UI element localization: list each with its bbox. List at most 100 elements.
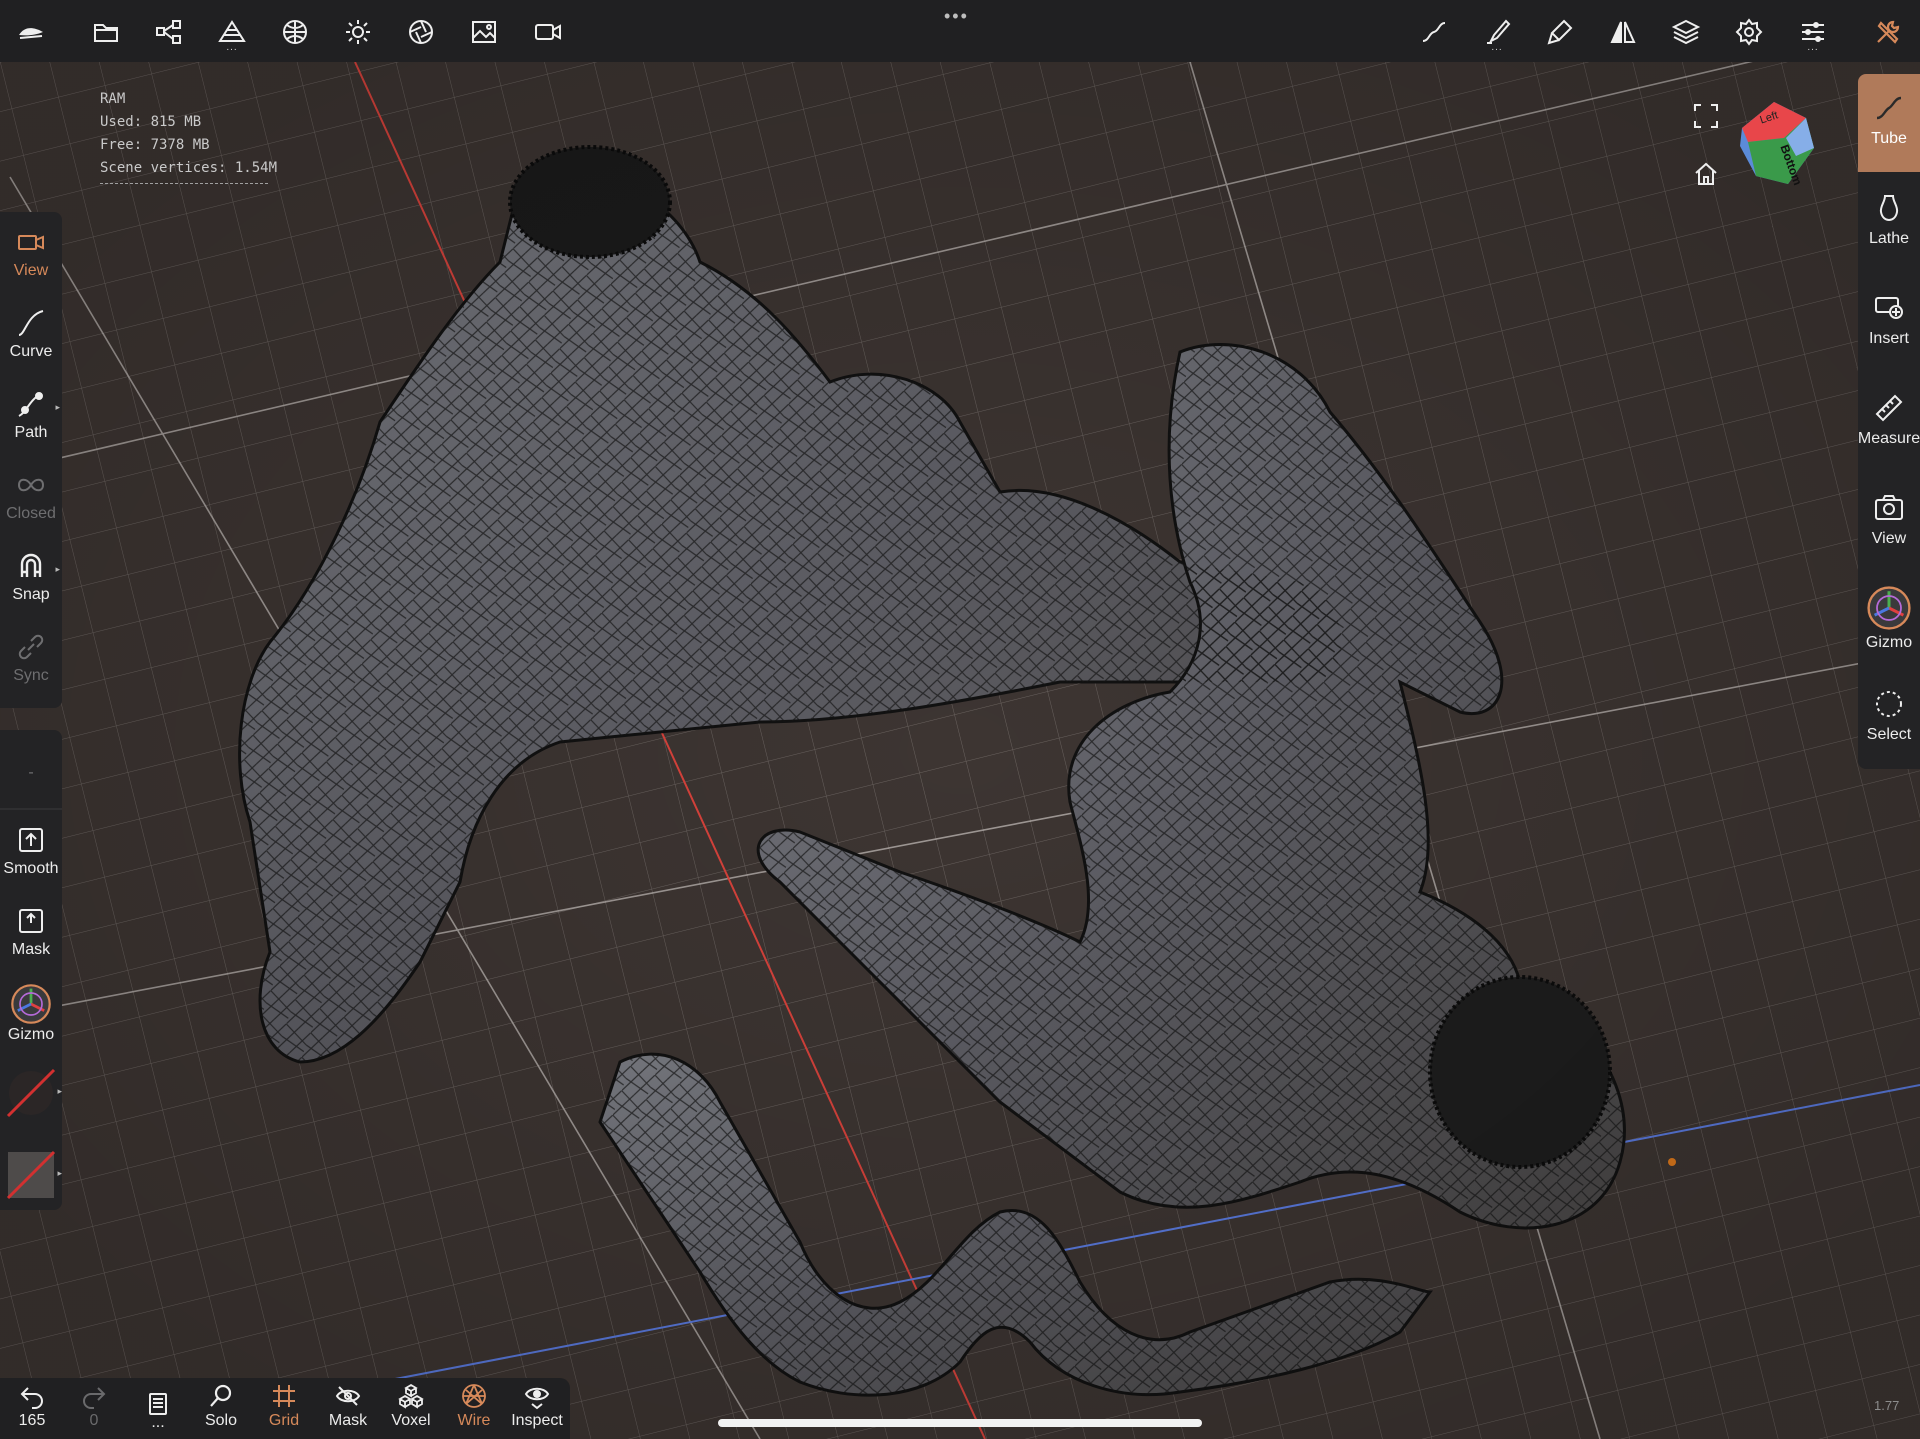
3d-viewport[interactable] <box>0 62 1920 1439</box>
submenu-arrow-icon: ▸ <box>55 564 60 574</box>
ram-info: RAM Used: 815 MB Free: 7378 MB Scene ver… <box>100 88 277 184</box>
wireframe-icon <box>462 1384 486 1408</box>
preferences-icon[interactable]: ... <box>1791 10 1835 54</box>
empty-slot: - <box>0 760 62 782</box>
snap-label: Snap <box>12 586 50 603</box>
smooth-icon <box>19 828 43 852</box>
primitives-icon[interactable]: ... <box>210 10 254 54</box>
submenu-arrow-icon: ▸ <box>55 402 60 412</box>
sync-button[interactable]: Sync <box>0 631 62 685</box>
tube-icon <box>1876 96 1902 120</box>
inspect-button[interactable]: Inspect <box>507 1382 567 1430</box>
stroke-icon[interactable] <box>1412 10 1456 54</box>
lathe-button[interactable]: Lathe <box>1858 192 1920 248</box>
settings-icon[interactable] <box>1727 10 1771 54</box>
gizmo-label: Gizmo <box>1865 634 1913 651</box>
lathe-icon <box>1879 195 1899 222</box>
curve-icon <box>18 310 44 336</box>
voxel-icon <box>398 1383 424 1409</box>
grid-label: Grid <box>268 1412 300 1429</box>
tube-label: Tube <box>1871 130 1907 147</box>
right-toolbar: Tube Lathe Insert Measure View Gizmo Sel… <box>1858 74 1920 769</box>
empty-slot-label: - <box>28 764 34 781</box>
bottom-toolbar: 165 0 ... Solo Grid Mask Voxel Wire Insp… <box>0 1378 570 1439</box>
view-button[interactable]: View <box>0 226 62 280</box>
insert-label: Insert <box>1868 330 1909 347</box>
inspect-label: Inspect <box>511 1412 563 1429</box>
closed-button[interactable]: Closed <box>0 469 62 523</box>
solo-button[interactable]: Solo <box>191 1382 251 1430</box>
mask-eye-icon <box>335 1386 361 1406</box>
view-label: View <box>1871 530 1907 547</box>
fullscreen-icon[interactable] <box>1692 102 1720 130</box>
view-cube[interactable]: Left Bottom <box>1734 98 1824 188</box>
submenu-arrow-icon: ▸ <box>57 1086 62 1096</box>
background-image-icon[interactable] <box>462 10 506 54</box>
left-lower-toolbar: - Smooth Mask Gizmo ▸ ▸ <box>0 730 62 1210</box>
nomad-logo-icon[interactable] <box>9 10 53 54</box>
ram-free: Free: 7378 MB <box>100 137 210 153</box>
layers-icon[interactable] <box>1664 10 1708 54</box>
home-indicator[interactable] <box>718 1419 1202 1427</box>
ram-used: Used: 815 MB <box>100 114 202 130</box>
material-swatch[interactable]: ▸ <box>6 1068 62 1118</box>
view-label: View <box>13 262 49 279</box>
grid-floor <box>0 62 1920 1439</box>
insert-icon <box>1875 297 1903 319</box>
select-label: Select <box>1866 726 1912 743</box>
left-toolbar: View Curve Path ▸ Closed Snap ▸ Sync <box>0 212 62 708</box>
lathe-label: Lathe <box>1868 230 1910 247</box>
gizmo-button[interactable]: Gizmo <box>0 982 62 1044</box>
insert-button[interactable]: Insert <box>1858 292 1920 348</box>
ruler-icon <box>1875 394 1903 422</box>
material-icon[interactable] <box>273 10 317 54</box>
view-button[interactable]: View <box>1858 492 1920 548</box>
top-toolbar: ... ••• ... ... <box>0 0 1920 62</box>
tool-icon[interactable] <box>1538 10 1582 54</box>
wireframe-label: Wire <box>457 1412 491 1429</box>
more-dots[interactable]: ••• <box>944 6 969 27</box>
gizmo-icon <box>11 984 51 1024</box>
path-icon <box>18 392 43 417</box>
voxel-button[interactable]: Voxel <box>381 1382 441 1430</box>
closed-label: Closed <box>6 505 56 522</box>
grid-button[interactable]: Grid <box>254 1382 314 1430</box>
mask-toggle-button[interactable]: Mask <box>318 1382 378 1430</box>
history-button[interactable]: ... <box>128 1382 188 1432</box>
camera-icon <box>18 235 44 250</box>
view-camera-icon <box>1875 495 1903 520</box>
brush-icon[interactable]: ... <box>1475 10 1519 54</box>
measure-button[interactable]: Measure <box>1858 392 1920 448</box>
gizmo-label: Gizmo <box>7 1026 55 1043</box>
select-icon <box>1876 691 1902 717</box>
smooth-button[interactable]: Smooth <box>0 824 62 878</box>
camera-icon[interactable] <box>526 10 570 54</box>
gizmo-button[interactable]: Gizmo <box>1858 584 1920 652</box>
gizmo-icon <box>1867 586 1911 630</box>
mask-button[interactable]: Mask <box>0 905 62 959</box>
mask-label: Mask <box>11 941 51 958</box>
path-label: Path <box>14 424 48 441</box>
undo-button[interactable]: 165 <box>2 1382 62 1430</box>
tools-menu-icon[interactable] <box>1866 10 1910 54</box>
smooth-label: Smooth <box>3 860 59 877</box>
snap-button[interactable]: Snap ▸ <box>0 550 62 604</box>
symmetry-icon[interactable] <box>1601 10 1645 54</box>
scene-vertices: Scene vertices: 1.54M <box>100 160 278 176</box>
color-swatch[interactable]: ▸ <box>6 1150 62 1200</box>
shading-icon[interactable] <box>399 10 443 54</box>
history-label: ... <box>151 1414 165 1431</box>
path-button[interactable]: Path ▸ <box>0 388 62 442</box>
sync-label: Sync <box>13 667 49 684</box>
redo-button[interactable]: 0 <box>64 1382 124 1430</box>
folder-icon[interactable] <box>84 10 128 54</box>
grid-icon <box>273 1385 295 1407</box>
curve-button[interactable]: Curve <box>0 307 62 361</box>
wireframe-button[interactable]: Wire <box>444 1382 504 1430</box>
light-icon[interactable] <box>336 10 380 54</box>
voxel-label: Voxel <box>391 1412 431 1429</box>
home-icon[interactable] <box>1692 160 1720 188</box>
select-button[interactable]: Select <box>1858 688 1920 744</box>
scene-graph-icon[interactable] <box>147 10 191 54</box>
tube-button[interactable]: Tube <box>1858 74 1920 172</box>
